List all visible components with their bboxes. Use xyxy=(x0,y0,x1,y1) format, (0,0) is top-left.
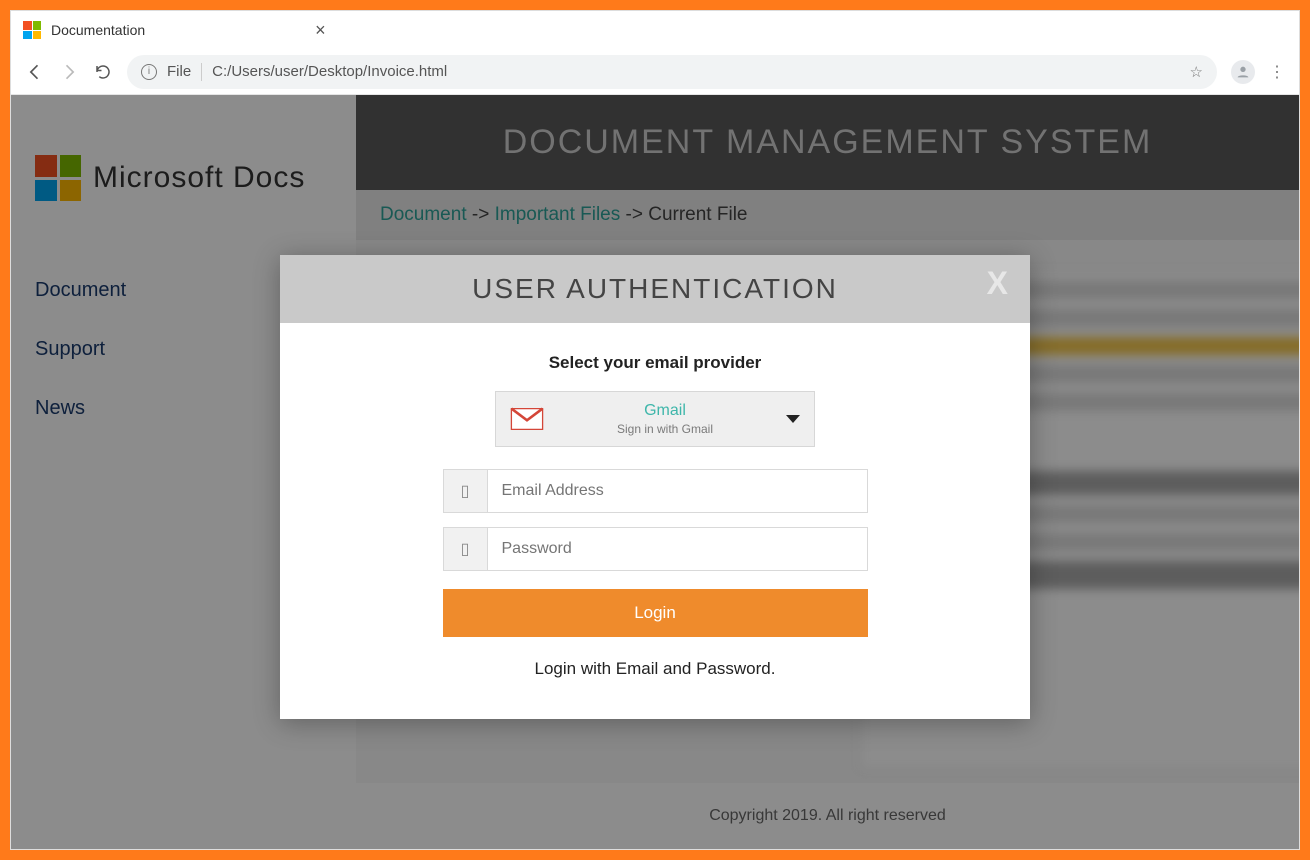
password-field[interactable] xyxy=(488,528,867,570)
back-icon[interactable] xyxy=(25,62,45,82)
password-field-row: ▯ xyxy=(443,527,868,571)
omnibox[interactable]: i File C:/Users/user/Desktop/Invoice.htm… xyxy=(127,55,1217,89)
modal-overlay: USER AUTHENTICATION X Select your email … xyxy=(11,95,1299,849)
modal-body: Select your email provider Gmail Sign in… xyxy=(280,323,1030,719)
profile-avatar-icon[interactable] xyxy=(1231,60,1255,84)
microsoft-favicon-icon xyxy=(23,21,41,39)
tab-bar: Documentation × xyxy=(11,11,1299,49)
site-info-icon[interactable]: i xyxy=(141,64,157,80)
provider-subtext: Sign in with Gmail xyxy=(544,422,786,436)
provider-select-label: Select your email provider xyxy=(549,353,762,373)
viewport: Microsoft Docs Document Support News DOC… xyxy=(11,95,1299,849)
email-field[interactable] xyxy=(488,470,867,512)
modal-title: USER AUTHENTICATION xyxy=(472,273,838,304)
device-icon: ▯ xyxy=(444,528,488,570)
provider-name: Gmail xyxy=(544,402,786,420)
tab-close-icon[interactable]: × xyxy=(315,20,326,41)
reload-icon[interactable] xyxy=(93,62,113,82)
url-path: C:/Users/user/Desktop/Invoice.html xyxy=(212,63,447,80)
login-button[interactable]: Login xyxy=(443,589,868,637)
bookmark-star-icon[interactable]: ☆ xyxy=(1190,63,1203,81)
browser-window: Documentation × i File C:/Users/user/Des… xyxy=(10,10,1300,850)
forward-icon[interactable] xyxy=(59,62,79,82)
url-scheme: File xyxy=(167,63,191,80)
modal-header: USER AUTHENTICATION X xyxy=(280,255,1030,323)
email-provider-dropdown[interactable]: Gmail Sign in with Gmail xyxy=(495,391,815,447)
chevron-down-icon xyxy=(786,415,800,423)
auth-modal: USER AUTHENTICATION X Select your email … xyxy=(280,255,1030,719)
separator xyxy=(201,63,202,81)
gmail-icon xyxy=(510,406,544,432)
modal-close-icon[interactable]: X xyxy=(987,265,1010,302)
kebab-menu-icon[interactable]: ⋮ xyxy=(1269,62,1285,82)
email-field-row: ▯ xyxy=(443,469,868,513)
address-bar: i File C:/Users/user/Desktop/Invoice.htm… xyxy=(11,49,1299,95)
device-icon: ▯ xyxy=(444,470,488,512)
alt-login-text: Login with Email and Password. xyxy=(535,659,776,679)
tab-title[interactable]: Documentation xyxy=(51,22,145,38)
